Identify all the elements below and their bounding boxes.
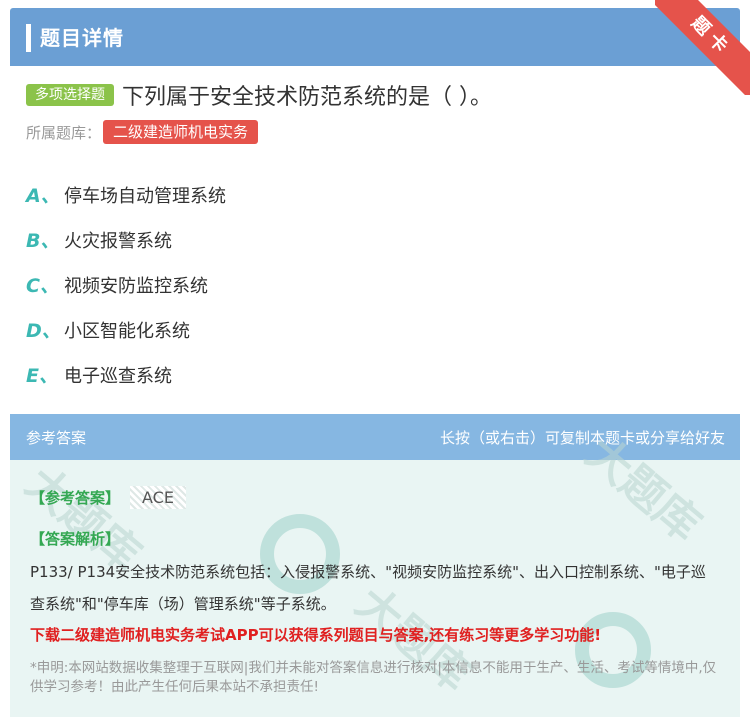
question-type-badge: 多项选择题 <box>26 84 114 106</box>
option-b[interactable]: B、 火灾报警系统 <box>26 217 226 262</box>
option-text: 小区智能化系统 <box>64 320 190 342</box>
option-e[interactable]: E、 电子巡查系统 <box>26 352 226 397</box>
answer-value: ACE <box>130 486 186 509</box>
answer-panel: 参考答案 长按（或右击）可复制本题卡或分享给好友 大题库 大题库 大题库 【参考… <box>10 414 740 717</box>
option-letter: A、 <box>26 185 60 207</box>
title-accent-bar <box>26 24 31 52</box>
option-letter: E、 <box>26 365 58 387</box>
bank-tag[interactable]: 二级建造师机电实务 <box>103 120 259 144</box>
question-line: 多项选择题 下列属于安全技术防范系统的是（ ）。 <box>26 80 492 110</box>
option-letter: D、 <box>26 320 61 342</box>
option-a[interactable]: A、 停车场自动管理系统 <box>26 172 226 217</box>
question-bank: 所属题库： 二级建造师机电实务 <box>26 120 259 144</box>
ribbon-label: 题卡 <box>655 0 750 95</box>
option-text: 电子巡查系统 <box>64 365 172 387</box>
option-c[interactable]: C、 视频安防监控系统 <box>26 262 226 307</box>
analysis-text: P133/ P134安全技术防范系统包括：入侵报警系统、"视频安防监控系统"、出… <box>30 563 706 613</box>
bank-label: 所属题库： <box>26 123 102 142</box>
share-hint: 长按（或右击）可复制本题卡或分享给好友 <box>439 428 725 447</box>
option-letter: C、 <box>26 275 59 297</box>
corner-ribbon: 题卡 <box>655 0 750 95</box>
question-text: 下列属于安全技术防范系统的是（ ）。 <box>122 85 492 110</box>
page-header: 题目详情 <box>10 8 740 66</box>
page-title: 题目详情 <box>40 26 124 50</box>
option-text: 火灾报警系统 <box>64 230 172 252</box>
option-letter: B、 <box>26 230 60 252</box>
app-download-promo[interactable]: 下载二级建造师机电实务考试APP可以获得系列题目与答案,还有练习等更多学习功能! <box>30 624 601 645</box>
option-text: 视频安防监控系统 <box>64 275 208 297</box>
disclaimer-text: *申明:本网站数据收集整理于互联网|我们并未能对答案信息进行核对|本信息不能用于… <box>30 660 717 695</box>
reference-answer-row: 【参考答案】 ACE <box>30 486 186 509</box>
option-d[interactable]: D、 小区智能化系统 <box>26 307 226 352</box>
answer-header-title: 参考答案 <box>26 428 87 447</box>
option-text: 停车场自动管理系统 <box>64 185 226 207</box>
answer-label: 【参考答案】 <box>30 489 121 507</box>
options-list: A、 停车场自动管理系统 B、 火灾报警系统 C、 视频安防监控系统 D、 小区… <box>26 172 226 397</box>
analysis-label: 【答案解析】 <box>30 530 121 548</box>
